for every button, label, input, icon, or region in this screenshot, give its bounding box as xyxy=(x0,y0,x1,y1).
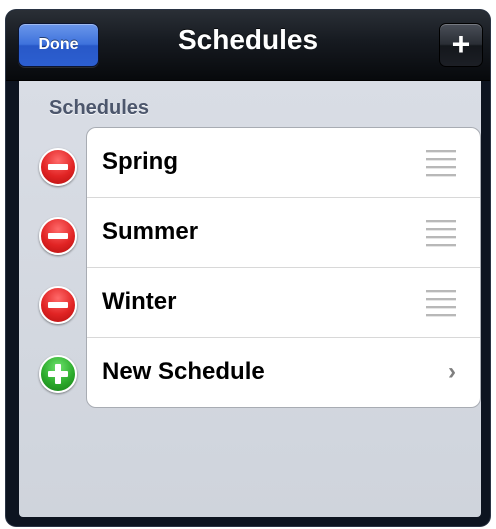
list-item-label: New Schedule xyxy=(102,358,265,385)
list-item-summer[interactable]: Summer xyxy=(87,198,480,268)
list-item-new-schedule[interactable]: New Schedule › xyxy=(87,338,480,407)
plus-icon: + xyxy=(451,26,471,62)
insert-new-schedule-button[interactable] xyxy=(39,355,77,393)
list-item-spring[interactable]: Spring xyxy=(87,128,480,198)
list-item-winter[interactable]: Winter xyxy=(87,268,480,338)
section-header: Schedules xyxy=(49,97,150,119)
minus-icon xyxy=(48,302,68,308)
list-item-label: Spring xyxy=(102,148,178,175)
reorder-grip-icon[interactable] xyxy=(426,150,456,177)
schedules-list-view: Schedules Spring Summer Winter New Sched… xyxy=(19,81,481,517)
list-item-label: Summer xyxy=(102,218,199,245)
add-schedule-button[interactable]: + xyxy=(439,23,483,67)
delete-summer-button[interactable] xyxy=(39,217,77,255)
navigation-bar: Done Schedules + xyxy=(6,10,490,81)
reorder-grip-icon[interactable] xyxy=(426,220,456,247)
app-window: Done Schedules + Schedules Spring Summer… xyxy=(6,10,490,526)
reorder-grip-icon[interactable] xyxy=(426,290,456,317)
delete-spring-button[interactable] xyxy=(39,148,77,186)
minus-icon xyxy=(48,164,68,170)
chevron-right-icon: › xyxy=(448,358,456,385)
delete-winter-button[interactable] xyxy=(39,286,77,324)
page-title: Schedules xyxy=(177,24,319,55)
minus-icon xyxy=(48,233,68,239)
list-item-label: Winter xyxy=(102,288,177,315)
schedules-group: Spring Summer Winter New Schedule › xyxy=(86,127,481,408)
